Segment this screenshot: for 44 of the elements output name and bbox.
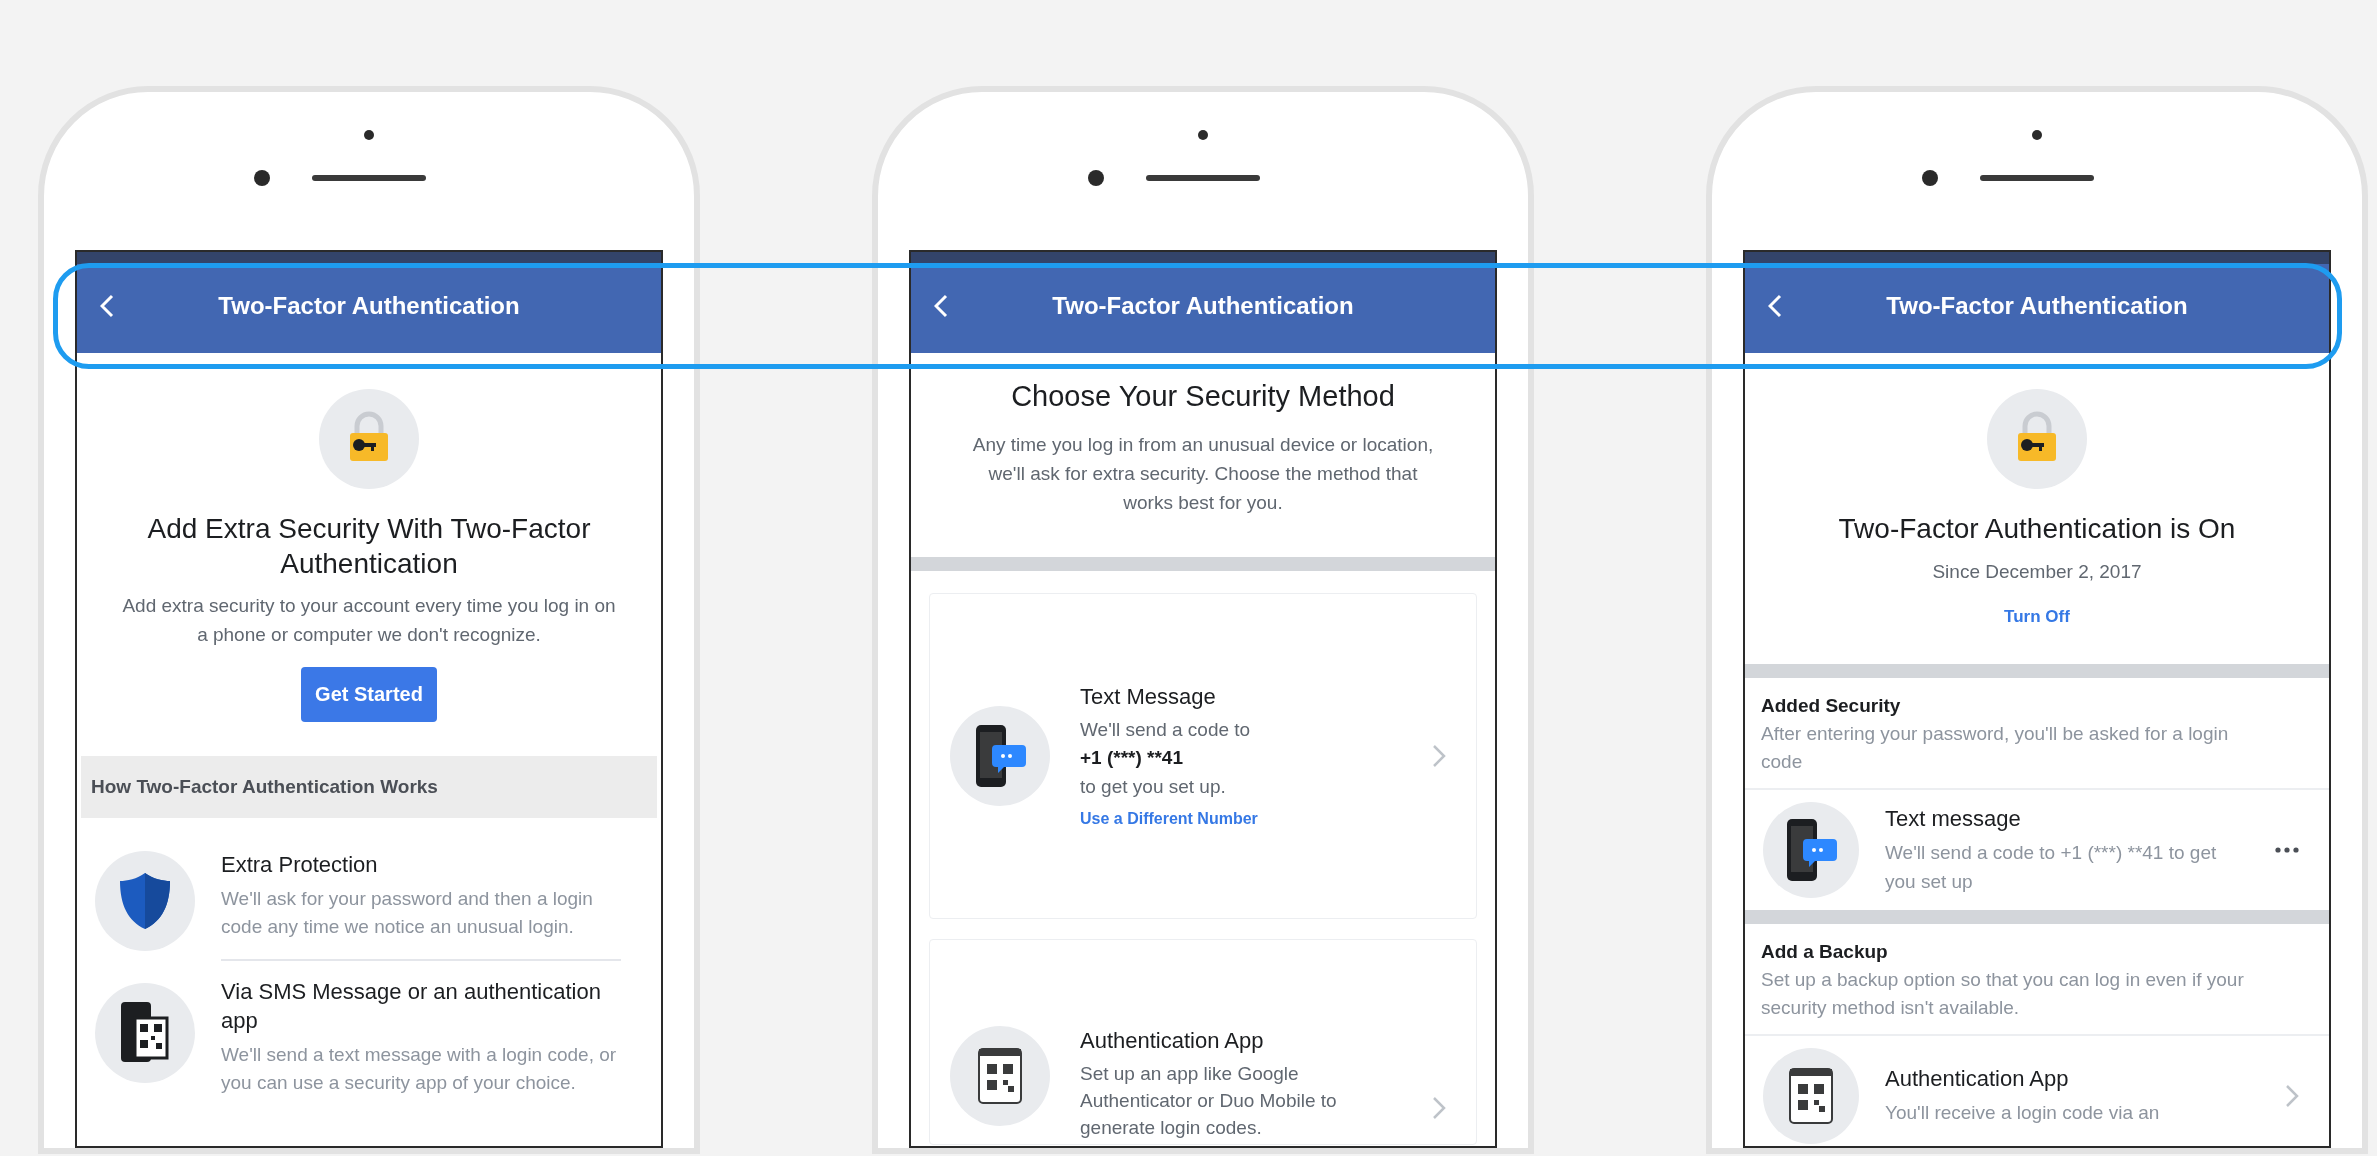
feature-title: Via SMS Message or an authentication app bbox=[221, 977, 602, 1035]
method-title: Text message bbox=[1885, 804, 2022, 833]
heading: Two-Factor Authentication is On bbox=[1838, 511, 2236, 546]
method-description: We'll send a code to bbox=[1080, 717, 1252, 742]
section-title: Add a Backup bbox=[1761, 939, 1889, 964]
method-title: Authentication App bbox=[1885, 1065, 2070, 1094]
more-icon[interactable] bbox=[2275, 846, 2299, 853]
section-title: Added Security bbox=[1761, 693, 1902, 718]
method-title: Text Message bbox=[1080, 682, 1217, 711]
method-row[interactable]: Authentication App You'll receive a login code via an bbox=[1745, 1033, 2329, 1146]
method-title: Authentication App bbox=[1080, 1027, 1265, 1056]
heading: Choose Your Security Method bbox=[1011, 378, 1395, 414]
feature-description: We'll ask for your password and then a login code any time we notice an unusual login. bbox=[221, 886, 594, 939]
since-date: Since December 2, 2017 bbox=[1932, 559, 2142, 584]
method-description: We'll send a code to +1 (***) **41 to get you set up bbox=[1885, 840, 2218, 894]
method-card[interactable]: Text Message We'll send a code to +1 (***) **41 to get you set up. Use a Different Number bbox=[929, 593, 1477, 920]
use-different-number-link[interactable]: Use a Different Number bbox=[1080, 806, 1402, 831]
qr-code-app-icon bbox=[975, 1047, 1025, 1106]
phone-number: +1 (***) **41 bbox=[1080, 745, 1184, 770]
heading: Add Extra Security With Two-Factor Authentication bbox=[146, 511, 592, 581]
back-icon[interactable] bbox=[1768, 294, 1782, 319]
description: Any time you log in from an unusual device or location, we'll ask for extra security. Choose the method that works best for you. bbox=[971, 433, 1435, 516]
section-description: Set up a backup option so that you can log in even if your security method isn't available. bbox=[1761, 967, 2245, 1020]
qr-code-app-icon bbox=[1786, 1066, 1836, 1125]
description: Add extra security to your account every time you log in on a phone or computer we don't recognize. bbox=[121, 593, 617, 647]
method-description: You'll receive a login code via an bbox=[1885, 1101, 2161, 1126]
camera-lens bbox=[1922, 169, 1938, 186]
method-description: to get you set up. bbox=[1080, 774, 1227, 799]
feature-description: We'll send a text message with a login code, or you can use a security app of your choice. bbox=[221, 1042, 618, 1095]
method-row[interactable]: Text message We'll send a code to +1 (***) **41 to get you set up bbox=[1745, 787, 2329, 910]
screen-title: Two-Factor Authentication bbox=[1885, 291, 2189, 322]
section-header: How Two-Factor Authentication Works bbox=[81, 755, 657, 818]
method-description: Set up an app like Google Authenticator or Duo Mobile to generate login codes. bbox=[1080, 1062, 1338, 1141]
turn-off-link[interactable]: Turn Off bbox=[2004, 604, 2070, 630]
screen-title: Two-Factor Authentication bbox=[217, 291, 521, 322]
section-description: After entering your password, you'll be asked for a login code bbox=[1761, 721, 2230, 774]
camera-lens bbox=[254, 169, 270, 186]
back-icon[interactable] bbox=[100, 294, 114, 319]
back-icon[interactable] bbox=[934, 294, 948, 319]
camera-lens bbox=[1088, 169, 1104, 186]
get-started-button[interactable]: Get Started bbox=[301, 666, 437, 722]
feature-title: Extra Protection bbox=[221, 850, 379, 879]
screen-title: Two-Factor Authentication bbox=[1051, 291, 1355, 322]
method-card[interactable]: Authentication App Set up an app like Google Authenticator or Duo Mobile to generate login codes. bbox=[929, 939, 1477, 1146]
